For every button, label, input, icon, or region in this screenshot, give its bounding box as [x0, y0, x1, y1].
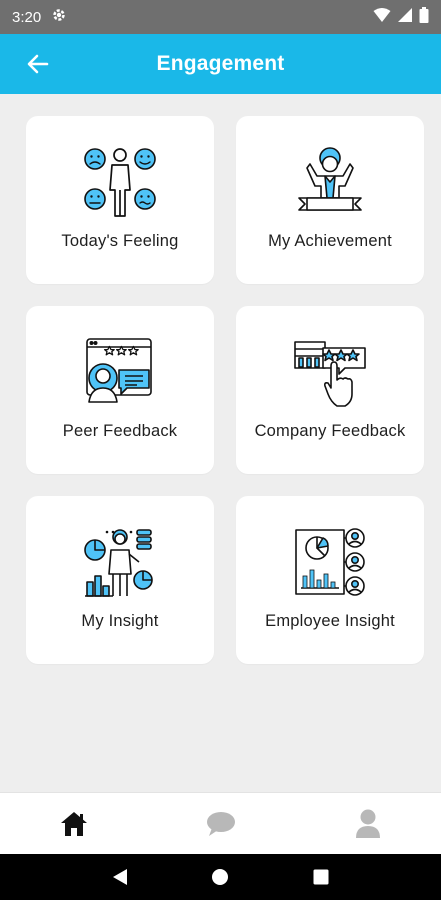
status-icons [373, 7, 429, 27]
nav-profile[interactable] [328, 799, 408, 849]
engagement-menu-grid: Today's Feeling My Achievement Peer Feed… [26, 116, 424, 664]
battery-icon [419, 7, 429, 27]
system-navigation-bar [0, 854, 441, 900]
nav-chat[interactable] [181, 799, 261, 849]
menu-card-label: Today's Feeling [61, 232, 179, 250]
nav-home[interactable] [34, 799, 114, 849]
wifi-icon [373, 7, 391, 27]
peer-feedback-icon [86, 338, 152, 403]
recents-square-icon [313, 869, 329, 885]
company-feedback-icon [294, 341, 366, 407]
status-time: 3:20 [12, 8, 42, 26]
screen: 3:20 Engagement Today's Feeling My Achie… [0, 0, 441, 900]
menu-card-company-feedback[interactable]: Company Feedback [236, 306, 424, 474]
menu-card-employee-insight[interactable]: Employee Insight [236, 496, 424, 664]
home-circle-icon [212, 869, 229, 885]
status-bar: 3:20 [0, 0, 441, 34]
menu-card-label: Company Feedback [254, 422, 406, 440]
menu-card-label: My Insight [81, 612, 159, 630]
page-title: Engagement [156, 52, 285, 75]
arrow-left-icon [27, 54, 49, 74]
menu-card-todays-feeling[interactable]: Today's Feeling [26, 116, 214, 284]
menu-card-label: My Achievement [268, 232, 392, 250]
signal-icon [397, 7, 413, 27]
employee-insight-icon [295, 528, 365, 596]
menu-card-label: Employee Insight [265, 612, 395, 630]
system-recents-button[interactable] [301, 857, 341, 897]
home-icon [60, 811, 87, 836]
profile-icon [355, 809, 380, 838]
system-home-button[interactable] [200, 857, 240, 897]
back-button[interactable] [20, 48, 56, 80]
app-bar: Engagement [0, 34, 441, 94]
chat-icon [206, 811, 235, 836]
system-back-button[interactable] [100, 857, 140, 897]
menu-card-my-achievement[interactable]: My Achievement [236, 116, 424, 284]
back-triangle-icon [113, 869, 128, 885]
emotions-icon [84, 148, 156, 217]
bottom-navigation [0, 792, 441, 854]
menu-card-peer-feedback[interactable]: Peer Feedback [26, 306, 214, 474]
achievement-icon [298, 147, 362, 211]
settings-gear-icon [51, 7, 67, 27]
my-insight-icon [84, 529, 153, 597]
menu-card-my-insight[interactable]: My Insight [26, 496, 214, 664]
menu-card-label: Peer Feedback [62, 422, 178, 440]
